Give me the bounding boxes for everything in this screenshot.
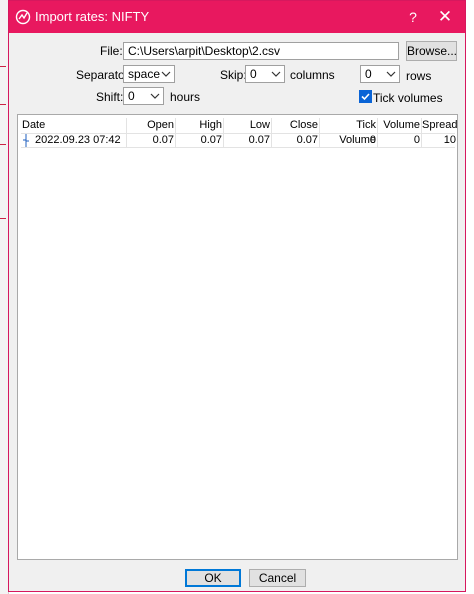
separator-value: space [128,67,161,81]
column-header-tick-volume[interactable]: Tick Volume [320,118,376,146]
rows-label: rows [406,69,432,83]
title-bar[interactable]: Import rates: NIFTY ? ✕ [9,1,465,33]
cell-low: 0.07 [248,134,270,146]
chevron-down-icon [386,71,396,77]
separator-select[interactable]: space [123,65,175,83]
cell-open: 0.07 [152,134,174,146]
cell-high: 0.07 [200,134,222,146]
cell-spread: 10 [443,134,456,146]
skip-rows-value: 0 [365,67,372,81]
background-mark [0,218,6,219]
column-header-high[interactable]: High [176,118,222,133]
cell-close: 0.07 [296,134,318,146]
column-header-low[interactable]: Low [224,118,270,133]
background-mark [0,66,6,67]
column-header-volume[interactable]: Volume [378,118,420,133]
help-button[interactable]: ? [403,7,423,27]
chevron-down-icon [150,93,160,99]
hours-label: hours [170,90,201,104]
import-rates-dialog: Import rates: NIFTY ? ✕ File: C:\Users\a… [8,0,466,592]
columns-label: columns [290,68,335,82]
background-mark [0,104,6,105]
tick-volumes-checkbox[interactable] [359,90,372,103]
tick-volumes-label: Tick volumes [373,91,443,105]
cell-date: 2022.09.23 07:42 [35,134,121,146]
cell-tick-volume: 0 [369,134,376,146]
cancel-button[interactable]: Cancel [249,569,306,587]
row-divider [21,147,455,148]
column-header-spread[interactable]: Spread [422,118,457,133]
skip-columns-value: 0 [250,67,257,81]
column-header-open[interactable]: Open [128,118,174,133]
file-path-field[interactable]: C:\Users\arpit\Desktop\2.csv [123,42,399,60]
chevron-down-icon [161,71,171,77]
tick-bar-icon [23,134,29,147]
ok-button[interactable]: OK [185,569,241,587]
window-title: Import rates: NIFTY [35,9,150,24]
skip-rows-select[interactable]: 0 [360,65,400,83]
shift-label: Shift: [96,90,124,104]
background-mark [0,144,6,145]
close-button[interactable]: ✕ [433,7,457,27]
shift-value: 0 [128,89,135,103]
column-header-date[interactable]: Date [22,118,45,133]
rates-table[interactable]: Date Open High Low Close Tick Volume Vol… [17,114,458,560]
skip-label: Skip: [220,68,247,82]
file-label: File: [100,44,123,58]
app-logo-icon [15,9,31,25]
browse-button[interactable]: Browse... [406,41,457,61]
column-divider [126,118,127,147]
cell-volume: 0 [413,134,420,146]
checkmark-icon [361,93,370,101]
shift-select[interactable]: 0 [123,87,164,105]
column-header-close[interactable]: Close [272,118,318,133]
skip-columns-select[interactable]: 0 [245,65,285,83]
chevron-down-icon [271,71,281,77]
